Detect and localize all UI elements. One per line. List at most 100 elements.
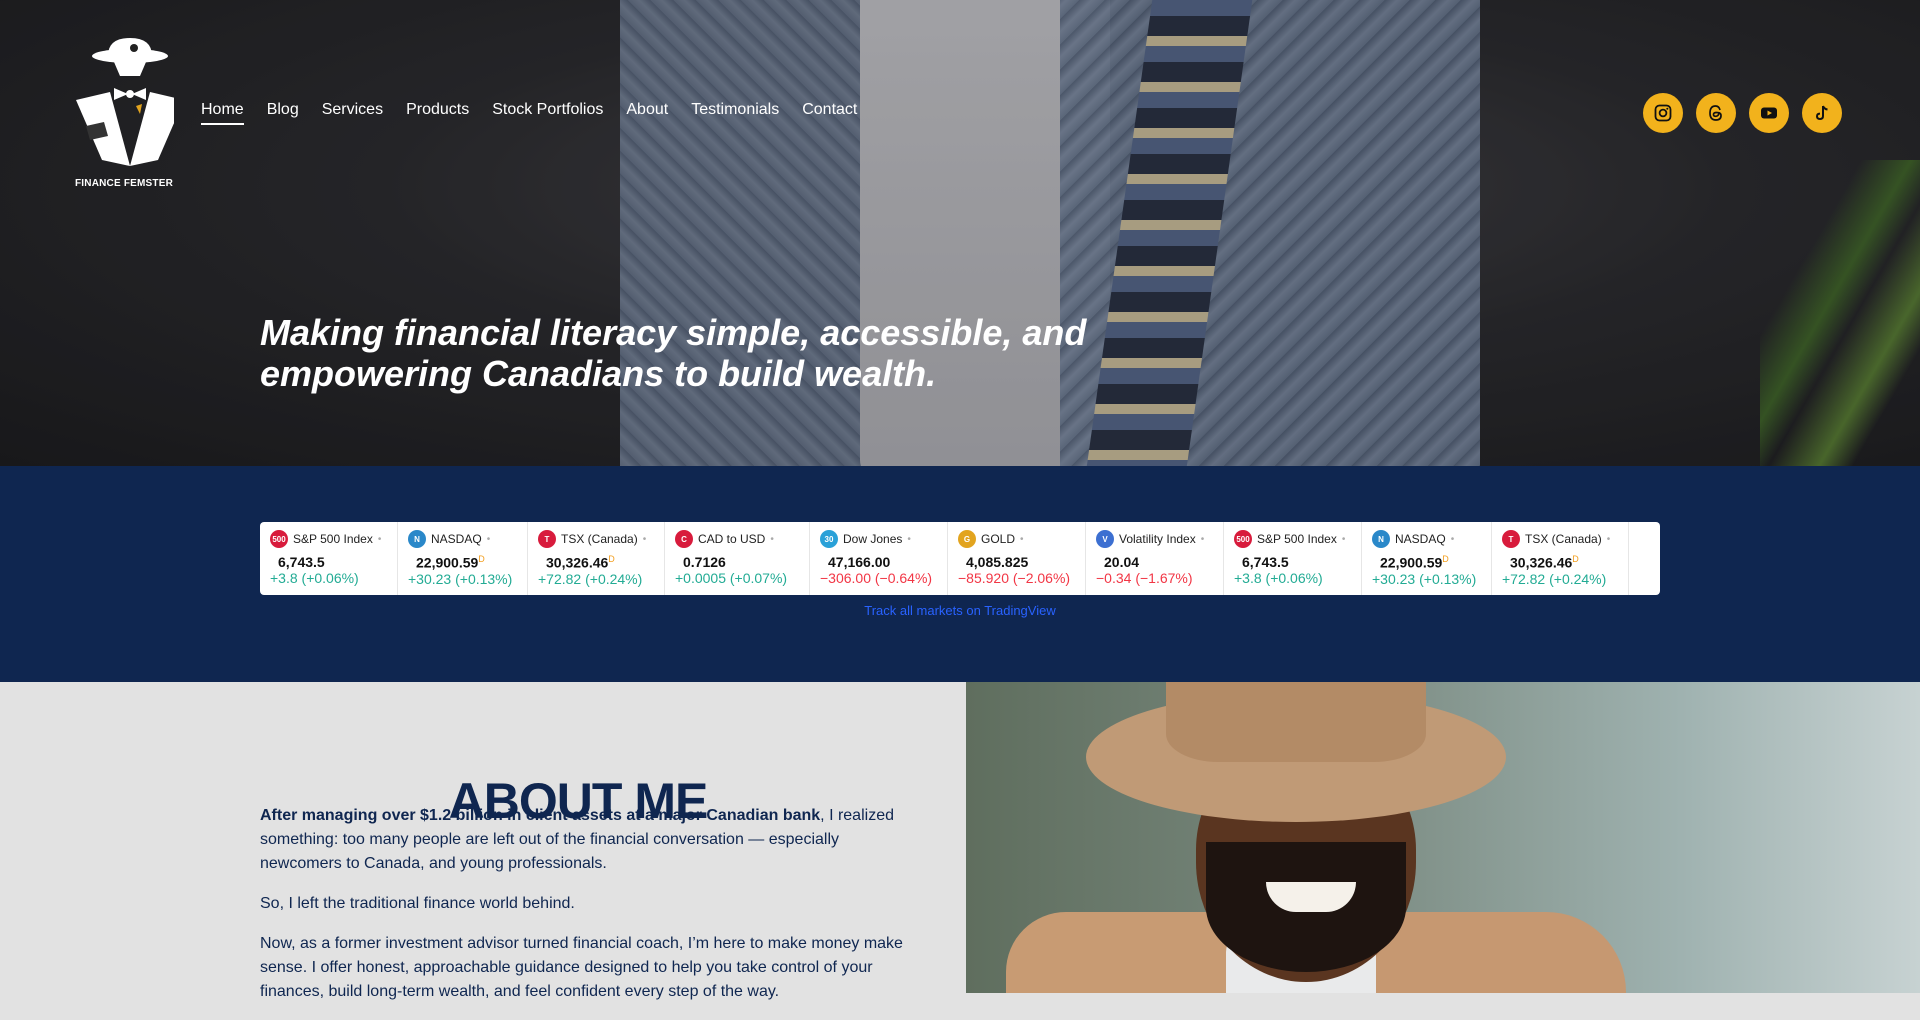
ticker-symbol-icon: G: [958, 530, 976, 548]
main-nav: Home Blog Services Products Stock Portfo…: [201, 101, 880, 125]
ticker-item-header: 500 S&P 500 Index •: [1234, 530, 1351, 548]
ticker-name: GOLD: [981, 532, 1016, 546]
ticker-name: TSX (Canada): [561, 532, 638, 546]
hero-overlay: [0, 0, 1920, 466]
ticker-item-header: N NASDAQ •: [1372, 530, 1481, 548]
ticker-change: +72.82 (+0.24%): [538, 570, 643, 587]
ticker-price-value: 20.04: [1104, 554, 1140, 570]
ticker-symbol-icon: C: [675, 530, 693, 548]
ticker-price-value: 30,326.46: [546, 554, 609, 571]
ticker-status-dot-icon: •: [377, 533, 382, 545]
nav-blog[interactable]: Blog: [267, 101, 299, 125]
nav-stock-portfolios[interactable]: Stock Portfolios: [492, 101, 603, 125]
ticker-tape[interactable]: 500 S&P 500 Index • 6,743.5 +3.8 (+0.06%) N NA…: [260, 522, 1660, 595]
ticker-item[interactable]: 30 Dow Jones • 47,166.00 −306.00 (−0.64%): [810, 522, 948, 595]
ticker-name: CAD to USD: [698, 532, 766, 546]
ticker-item-header: V Volatility Index •: [1096, 530, 1213, 548]
ticker-name: Volatility Index: [1119, 532, 1196, 546]
youtube-button[interactable]: [1749, 93, 1789, 133]
ticker-item[interactable]: G GOLD • 4,085.825 −85.920 (−2.06%): [948, 522, 1086, 595]
ticker-item-header: N NASDAQ •: [408, 530, 517, 548]
ticker-change: −85.920 (−2.06%): [958, 570, 1071, 586]
ticker-symbol-icon: 500: [1234, 530, 1252, 548]
about-highlight: After managing over $1.2 billion in clie…: [260, 807, 821, 824]
instagram-button[interactable]: [1643, 93, 1683, 133]
ticker-price-value: 47,166.00: [828, 554, 891, 570]
ticker-name: NASDAQ: [1395, 532, 1446, 546]
hero-section: FINANCE FEMSTER Home Blog Services Produ…: [0, 0, 1920, 466]
ticker-status-dot-icon: •: [1020, 533, 1024, 545]
ticker-symbol-icon: V: [1096, 530, 1114, 548]
ticker-item[interactable]: 500 S&P 500 Index • 6,743.5 +3.8 (+0.06%): [1224, 522, 1362, 595]
threads-button[interactable]: [1696, 93, 1736, 133]
market-ticker-section: 500 S&P 500 Index • 6,743.5 +3.8 (+0.06%) N NA…: [0, 466, 1920, 682]
threads-icon: [1709, 105, 1722, 121]
ticker-price: 22,900.59D: [416, 554, 517, 571]
ticker-change: −306.00 (−0.64%): [820, 570, 933, 586]
ticker-item-header: T TSX (Canada) •: [1502, 530, 1618, 548]
about-section: ABOUT ME After managing over $1.2 billio…: [0, 682, 966, 1000]
ticker-price: 30,326.46D: [1510, 554, 1618, 571]
ticker-item[interactable]: N NASDAQ • 22,900.59D +30.23 (+0.13%): [398, 522, 528, 595]
ticker-item[interactable]: T TSX (Canada) • 30,326.46D +72.82 (+0.24%): [528, 522, 665, 595]
ticker-change: +30.23 (+0.13%): [1372, 570, 1477, 587]
ticker-name: S&P 500 Index: [1257, 532, 1337, 546]
photo-coat-right: [1366, 912, 1626, 993]
ticker-change: +3.8 (+0.06%): [270, 570, 359, 586]
ticker-status-dot-icon: •: [1200, 533, 1205, 545]
site-logo[interactable]: FINANCE FEMSTER: [74, 36, 174, 192]
about-paragraph-1: After managing over $1.2 billion in clie…: [260, 804, 920, 876]
ticker-name: Dow Jones: [843, 532, 903, 546]
ticker-item[interactable]: T TSX (Canada) • 30,326.46D +72.82 (+0.24%): [1492, 522, 1629, 595]
about-text: After managing over $1.2 billion in clie…: [260, 804, 920, 1020]
ticker-price-value: 30,326.46: [1510, 554, 1573, 571]
ticker-status-dot-icon: •: [1606, 533, 1611, 545]
nav-testimonials[interactable]: Testimonials: [691, 101, 779, 125]
ticker-price: 30,326.46D: [546, 554, 654, 571]
ticker-name: NASDAQ: [431, 532, 482, 546]
ticker-item[interactable]: V Volatility Index • 20.04 −0.34 (−1.67%): [1086, 522, 1224, 595]
photo-hat-top: [1166, 682, 1426, 762]
ticker-item-header: 500 S&P 500 Index •: [270, 530, 387, 548]
ticker-price: 4,085.825: [966, 554, 1075, 570]
ticker-symbol-icon: N: [408, 530, 426, 548]
about-paragraph-2: So, I left the traditional finance world…: [260, 895, 575, 912]
ticker-status-dot-icon: •: [642, 533, 647, 545]
ticker-price: 22,900.59D: [1380, 554, 1481, 571]
ticker-item-header: C CAD to USD •: [675, 530, 799, 548]
nav-about[interactable]: About: [626, 101, 668, 125]
about-paragraph-3: Now, as a former investment advisor turn…: [260, 935, 903, 1000]
ticker-price: 0.7126: [683, 554, 799, 570]
delayed-marker: D: [1572, 554, 1579, 564]
social-links: [1643, 93, 1842, 133]
ticker-item[interactable]: C CAD to USD • 0.7126 +0.0005 (+0.07%): [665, 522, 810, 595]
nav-home[interactable]: Home: [201, 101, 244, 125]
ticker-change: +30.23 (+0.13%): [408, 570, 513, 587]
ticker-status-dot-icon: •: [486, 533, 491, 545]
logo-icon: [76, 38, 174, 166]
ticker-price-value: 4,085.825: [966, 554, 1029, 570]
nav-services[interactable]: Services: [322, 101, 383, 125]
ticker-price-value: 22,900.59: [1380, 554, 1443, 571]
nav-products[interactable]: Products: [406, 101, 469, 125]
tiktok-icon: [1815, 105, 1828, 121]
ticker-name: S&P 500 Index: [293, 532, 373, 546]
ticker-item-header: 30 Dow Jones •: [820, 530, 937, 548]
tradingview-link[interactable]: Track all markets on TradingView: [0, 603, 1920, 618]
ticker-item[interactable]: 500 S&P 500 Index • 6,743.5 +3.8 (+0.06%): [260, 522, 398, 595]
ticker-item[interactable]: N NASDAQ • 22,900.59D +30.23 (+0.13%): [1362, 522, 1492, 595]
instagram-icon: [1654, 104, 1672, 122]
ticker-item-header: T TSX (Canada) •: [538, 530, 654, 548]
ticker-status-dot-icon: •: [907, 533, 911, 545]
tiktok-button[interactable]: [1802, 93, 1842, 133]
delayed-marker: D: [478, 554, 485, 564]
ticker-price-value: 22,900.59: [416, 554, 479, 571]
ticker-symbol-icon: T: [1502, 530, 1520, 548]
nav-contact[interactable]: Contact: [802, 101, 857, 125]
hero-title: Making financial literacy simple, access…: [260, 312, 1087, 395]
ticker-symbol-icon: 30: [820, 530, 838, 548]
about-photo: [966, 682, 1920, 993]
ticker-change: −0.34 (−1.67%): [1096, 570, 1193, 586]
ticker-price-value: 6,743.5: [1242, 554, 1289, 570]
ticker-status-dot-icon: •: [1341, 533, 1346, 545]
